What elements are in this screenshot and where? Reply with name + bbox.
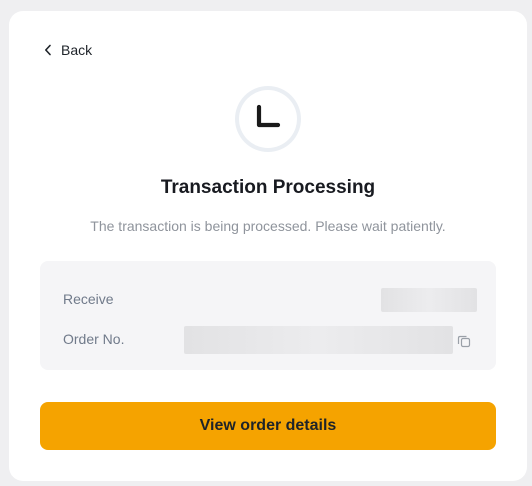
receive-label: Receive — [63, 291, 114, 307]
chevron-left-icon — [43, 42, 53, 58]
back-label: Back — [61, 42, 93, 58]
status-message: The transaction is being processed. Plea… — [90, 218, 446, 234]
transaction-card: Back Transaction Processing The transact… — [9, 11, 527, 481]
clock-icon — [235, 86, 301, 152]
back-link[interactable]: Back — [43, 42, 92, 58]
copy-icon[interactable] — [457, 334, 471, 348]
order-details-panel: Receive Order No. — [40, 261, 496, 370]
order-number-label: Order No. — [63, 331, 125, 347]
status-title: Transaction Processing — [160, 177, 376, 198]
order-number-value-redacted — [184, 326, 453, 354]
receive-value-redacted — [381, 288, 477, 312]
view-order-details-button[interactable]: View order details — [40, 402, 496, 450]
